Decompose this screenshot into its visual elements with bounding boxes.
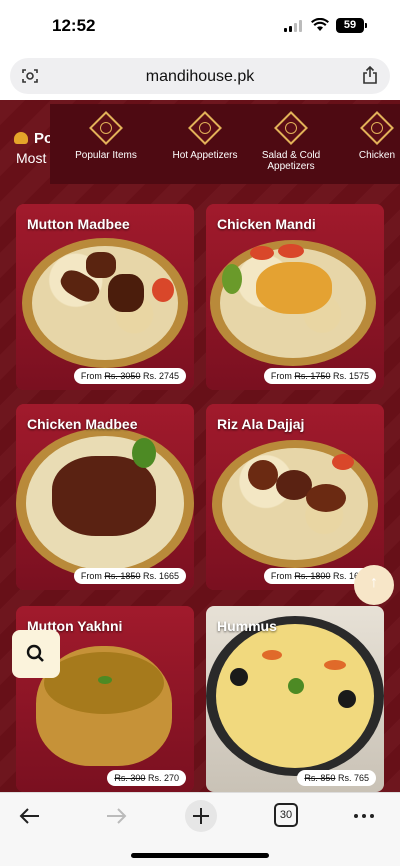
browser-address-area: mandihouse.pk [0, 54, 400, 100]
section-title: Po [14, 130, 53, 147]
old-price: Rs. 1800 [294, 571, 331, 581]
price-tag: Rs. 850 Rs. 765 [297, 770, 376, 786]
new-price: Rs. 2745 [142, 371, 179, 381]
item-name: Chicken Madbee [27, 416, 138, 432]
url-text[interactable]: mandihouse.pk [10, 68, 390, 86]
emblem-icon [188, 111, 222, 145]
search-icon [26, 644, 44, 662]
price-tag: From Rs. 1850 Rs. 1665 [73, 568, 186, 584]
menu-card-chicken-madbee[interactable]: Chicken Madbee From Rs. 1850 Rs. 1665 [16, 404, 194, 590]
new-tab-icon[interactable] [184, 799, 218, 833]
old-price: Rs. 1850 [104, 571, 141, 581]
emblem-icon [360, 111, 394, 145]
search-button[interactable] [12, 630, 60, 678]
old-price: Rs. 300 [114, 773, 146, 783]
price-tag: Rs. 300 Rs. 270 [107, 770, 186, 786]
emblem-icon [89, 111, 123, 145]
status-time: 12:52 [52, 16, 96, 35]
old-price: Rs. 1750 [294, 371, 331, 381]
tabs-button[interactable]: 30 [274, 803, 298, 827]
menu-card-chicken-mandi[interactable]: Chicken Mandi From Rs. 1750 Rs. 1575 [206, 204, 384, 390]
home-indicator [131, 853, 269, 858]
pot-icon [14, 132, 28, 144]
share-icon[interactable] [362, 66, 378, 84]
new-price: Rs. 765 [337, 773, 369, 783]
new-price: Rs. 1575 [332, 371, 369, 381]
old-price: Rs. 850 [304, 773, 336, 783]
category-salad-cold-appetizers[interactable]: Salad & Cold Appetizers [248, 104, 334, 184]
menu-card-mutton-madbee[interactable]: Mutton Madbee From Rs. 3050 Rs. 2745 [16, 204, 194, 390]
price-tag: From Rs. 3050 Rs. 2745 [73, 368, 186, 384]
tabs-count: 30 [279, 809, 293, 821]
category-chicken[interactable]: Chicken [334, 104, 400, 184]
item-name: Hummus [217, 618, 277, 634]
page-content: Po Most c Popular Items Hot Appetizers S… [0, 100, 400, 792]
status-bar: 12:52 59 [0, 0, 400, 54]
new-price: Rs. 270 [147, 773, 179, 783]
new-price: Rs. 1665 [142, 571, 179, 581]
wifi-icon [311, 18, 329, 31]
item-name: Riz Ala Dajjaj [217, 416, 305, 432]
back-icon[interactable] [18, 803, 42, 829]
item-name: Chicken Mandi [217, 216, 316, 232]
battery-icon: 59 [336, 18, 367, 33]
item-name: Mutton Madbee [27, 216, 130, 232]
cellular-signal-icon [284, 20, 304, 32]
price-tag: From Rs. 1750 Rs. 1575 [263, 368, 376, 384]
category-nav: Popular Items Hot Appetizers Salad & Col… [50, 104, 400, 184]
old-price: Rs. 3050 [104, 371, 141, 381]
forward-icon[interactable] [104, 803, 128, 829]
emblem-icon [274, 111, 308, 145]
category-popular-items[interactable]: Popular Items [50, 104, 162, 184]
more-menu-icon[interactable] [352, 803, 376, 829]
scroll-to-top-button[interactable] [354, 565, 394, 605]
address-bar[interactable]: mandihouse.pk [10, 58, 390, 94]
browser-toolbar: 30 [0, 792, 400, 866]
menu-card-hummus[interactable]: Hummus Rs. 850 Rs. 765 [206, 606, 384, 792]
menu-card-riz-ala-dajjaj[interactable]: Riz Ala Dajjaj From Rs. 1800 Rs. 1620 [206, 404, 384, 590]
category-hot-appetizers[interactable]: Hot Appetizers [162, 104, 248, 184]
